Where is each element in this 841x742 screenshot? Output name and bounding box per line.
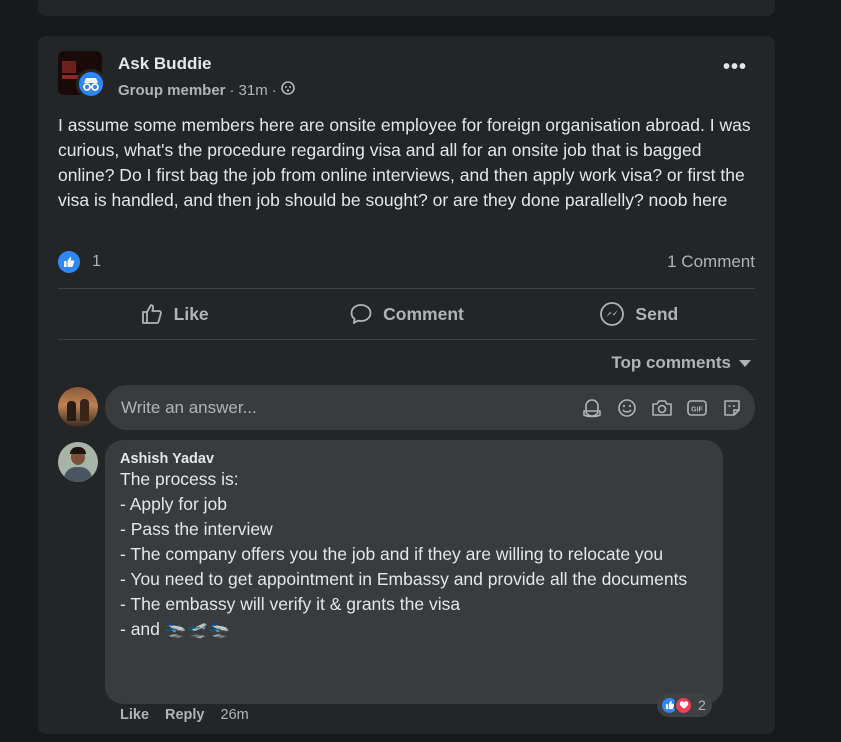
reactions-row: 1 1 Comment	[58, 250, 755, 274]
meta-separator: ·	[271, 81, 277, 99]
post-card: Ask Buddie Group member · 31m · ••• I as…	[38, 36, 775, 734]
more-options-icon[interactable]: •••	[723, 57, 747, 77]
emoji-icon[interactable]	[615, 396, 638, 419]
comments-sort-dropdown[interactable]: Top comments	[611, 353, 751, 373]
camera-icon[interactable]	[650, 396, 673, 419]
comment-composer: GIF	[105, 385, 755, 430]
comment-like-button[interactable]: Like	[120, 707, 149, 723]
like-reaction-icon[interactable]	[58, 251, 80, 273]
avatar-frame-icon[interactable]	[580, 396, 603, 419]
comment-label: Comment	[383, 303, 464, 324]
sticker-icon[interactable]	[720, 396, 743, 419]
post-meta: Group member · 31m ·	[118, 81, 295, 99]
send-button[interactable]: Send	[523, 289, 755, 339]
commenter-avatar[interactable]	[58, 442, 98, 482]
post-author[interactable]: Ask Buddie	[118, 54, 212, 74]
comments-sort-label: Top comments	[611, 353, 731, 372]
like-label: Like	[173, 303, 209, 324]
globe-icon	[280, 81, 295, 99]
anonymous-icon	[76, 69, 106, 99]
commenter-name[interactable]: Ashish Yadav	[120, 451, 708, 467]
like-icon	[141, 304, 162, 324]
current-user-avatar[interactable]	[58, 387, 98, 427]
love-icon	[674, 695, 693, 715]
like-button[interactable]: Like	[58, 289, 290, 339]
author-role: Group member	[118, 81, 226, 99]
comment-button[interactable]: Comment	[290, 289, 522, 339]
comment-line: - Apply for job	[120, 494, 227, 514]
comment-actions: Like Reply 26m	[120, 707, 249, 723]
comment-reaction-count: 2	[698, 697, 706, 713]
gif-icon[interactable]: GIF	[685, 396, 708, 419]
comment-line: The process is:	[120, 469, 239, 489]
previous-post-card	[38, 0, 775, 16]
post-body: I assume some members here are onsite em…	[58, 115, 751, 210]
comment-input[interactable]	[121, 397, 580, 418]
reaction-count[interactable]: 1	[92, 253, 101, 271]
comment-time[interactable]: 26m	[221, 707, 249, 723]
post-actions: Like Comment Send	[58, 289, 755, 339]
comment-line: - The embassy will verify it & grants th…	[120, 594, 461, 614]
comment-reactions[interactable]: 2	[657, 693, 712, 717]
comment-line: - Pass the interview	[120, 519, 273, 539]
messenger-icon	[600, 302, 625, 326]
svg-text:GIF: GIF	[691, 406, 703, 413]
comment-count[interactable]: 1 Comment	[667, 252, 755, 272]
comment-bubble: Ashish Yadav The process is: - Apply for…	[105, 440, 723, 704]
send-label: Send	[635, 303, 679, 324]
comment-line: - You need to get appointment in Embassy…	[120, 569, 688, 589]
comment-line: - The company offers you the job and if …	[120, 544, 664, 564]
divider	[58, 339, 755, 340]
comment-line: - and 🛬🛫🛬	[120, 619, 231, 639]
composer-tools: GIF	[580, 396, 755, 419]
post-time[interactable]: 31m	[239, 82, 268, 99]
comment-icon	[350, 304, 372, 324]
comment-reply-button[interactable]: Reply	[165, 707, 205, 723]
chevron-down-icon	[739, 359, 751, 367]
meta-separator: ·	[229, 81, 235, 99]
